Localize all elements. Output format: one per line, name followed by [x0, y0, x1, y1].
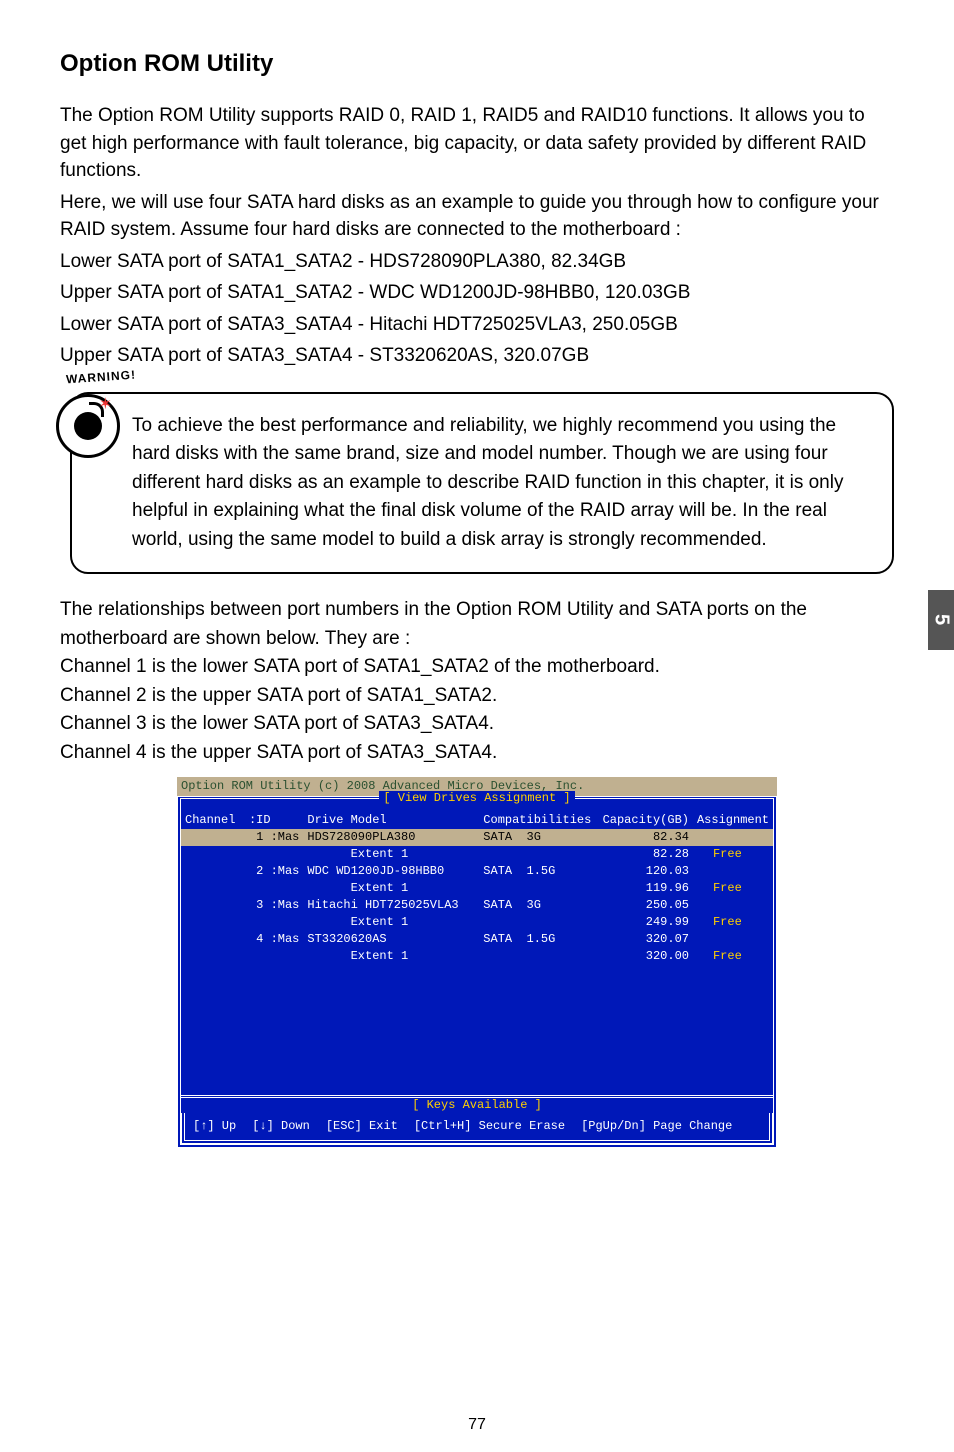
paragraph: The Option ROM Utility supports RAID 0, …: [60, 102, 894, 185]
document-page: 5 Option ROM Utility The Option ROM Util…: [0, 0, 954, 1452]
table-row: 1 :MasHDS728090PLA380SATA 3G82.34: [181, 829, 773, 846]
chapter-tab: 5: [928, 590, 954, 650]
table-row: 3 :MasHitachi HDT725025VLA3SATA 3G250.05: [181, 897, 773, 914]
rel-line: Channel 4 is the upper SATA port of SATA…: [60, 739, 894, 768]
hdr-comp: Compatibilities: [479, 812, 596, 829]
key-up: [↑] Up: [193, 1119, 236, 1134]
keys-title: [ Keys Available ]: [181, 1098, 773, 1113]
key-esc: [ESC] Exit: [326, 1119, 398, 1134]
warning-label: WARNING!: [66, 367, 137, 386]
table-row: Extent 1119.96Free: [181, 880, 773, 897]
bios-screenshot: Option ROM Utility (c) 2008 Advanced Mic…: [177, 777, 777, 1148]
bios-body: [ View Drives Assignment ] Channel :ID D…: [177, 796, 777, 1148]
config-line: Lower SATA port of SATA1_SATA2 - HDS7280…: [60, 248, 894, 276]
relationship-block: The relationships between port numbers i…: [60, 596, 894, 767]
hdr-id: :ID: [245, 812, 303, 829]
table-header: Channel :ID Drive Model Compatibilities …: [181, 812, 773, 829]
warning-text: To achieve the best performance and reli…: [70, 392, 894, 575]
page-number: 77: [0, 1416, 954, 1434]
hdr-model: Drive Model: [303, 812, 479, 829]
warning-callout: WARNING! ✶ To achieve the best performan…: [60, 392, 894, 575]
config-line: Upper SATA port of SATA1_SATA2 - WDC WD1…: [60, 279, 894, 307]
paragraph: Here, we will use four SATA hard disks a…: [60, 189, 894, 244]
config-line: Lower SATA port of SATA3_SATA4 - Hitachi…: [60, 311, 894, 339]
key-page: [PgUp/Dn] Page Change: [581, 1119, 732, 1134]
rel-line: Channel 2 is the upper SATA port of SATA…: [60, 682, 894, 711]
hdr-cap: Capacity(GB): [596, 812, 693, 829]
table-row: Extent 182.28Free: [181, 846, 773, 863]
table-row: Extent 1320.00Free: [181, 948, 773, 965]
key-down: [↓] Down: [252, 1119, 310, 1134]
drives-table: Channel :ID Drive Model Compatibilities …: [181, 812, 773, 965]
bomb-icon: ✶: [56, 394, 120, 458]
table-row: Extent 1249.99Free: [181, 914, 773, 931]
table-row: 4 :MasST3320620ASSATA 1.5G320.07: [181, 931, 773, 948]
hdr-channel: Channel: [181, 812, 245, 829]
keys-help: [↑] Up [↓] Down [ESC] Exit [Ctrl+H] Secu…: [181, 1113, 773, 1144]
page-title: Option ROM Utility: [60, 50, 894, 78]
config-line: Upper SATA port of SATA3_SATA4 - ST33206…: [60, 342, 894, 370]
hdr-assign: Assignment: [693, 812, 773, 829]
rel-line: Channel 1 is the lower SATA port of SATA…: [60, 653, 894, 682]
table-row: 2 :MasWDC WD1200JD-98HBB0SATA 1.5G120.03: [181, 863, 773, 880]
key-erase: [Ctrl+H] Secure Erase: [414, 1119, 565, 1134]
rel-line: Channel 3 is the lower SATA port of SATA…: [60, 710, 894, 739]
rel-line: The relationships between port numbers i…: [60, 596, 894, 653]
